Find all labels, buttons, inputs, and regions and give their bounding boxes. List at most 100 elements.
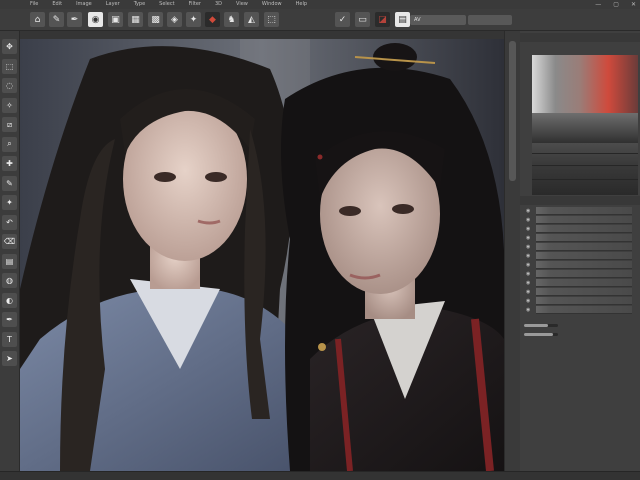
gradient-tool-icon[interactable]: ▤ <box>2 253 17 269</box>
home-icon[interactable]: ⌂ <box>30 12 45 27</box>
tools-panel: ✥ ⬚ ◌ ✧ ⧄ ⌕ ✚ ✎ ✦ ↶ ⌫ ▤ ◍ ◐ ✒ T ➤ <box>0 31 20 471</box>
layer-sliders <box>520 320 640 350</box>
fill-slider[interactable] <box>524 331 636 338</box>
eye-icon[interactable]: ◉ <box>88 12 103 27</box>
menu-item[interactable]: Window <box>262 0 282 9</box>
layers-icon[interactable]: ◈ <box>167 12 182 27</box>
stamp-icon[interactable]: ✦ <box>186 12 201 27</box>
layer-row[interactable]: ◉ <box>524 270 636 279</box>
brush-tool-icon[interactable]: ✎ <box>2 175 17 191</box>
menu-item[interactable]: Select <box>159 0 174 9</box>
eraser-tool-icon[interactable]: ⌫ <box>2 234 17 249</box>
layer-thumbnail <box>536 306 632 314</box>
options-input[interactable] <box>468 15 512 25</box>
transform-icon[interactable]: ✓ <box>335 12 350 27</box>
visibility-eye-icon[interactable]: ◉ <box>526 217 532 223</box>
magic-wand-icon[interactable]: ✧ <box>2 97 17 113</box>
layer-row[interactable]: ◉ <box>524 207 636 216</box>
menu-item[interactable]: 3D <box>215 0 222 9</box>
layer-row[interactable]: ◉ <box>524 288 636 297</box>
swatches-grid[interactable] <box>532 143 638 195</box>
visibility-eye-icon[interactable]: ◉ <box>526 280 532 286</box>
document-icon[interactable]: ▤ <box>395 12 410 27</box>
lock-icon[interactable]: ▣ <box>108 12 123 27</box>
layer-thumbnail <box>536 288 632 296</box>
lasso-tool-icon[interactable]: ◌ <box>2 78 17 93</box>
visibility-eye-icon[interactable]: ◉ <box>526 271 532 277</box>
close-button[interactable]: ✕ <box>631 0 636 9</box>
eyedropper-icon[interactable]: ⌕ <box>2 136 17 152</box>
vertical-scrollbar[interactable] <box>504 31 520 471</box>
crop-tool-icon[interactable]: ⧄ <box>2 117 17 132</box>
visibility-eye-icon[interactable]: ◉ <box>526 235 532 241</box>
brush-icon[interactable]: ✎ <box>49 12 64 27</box>
clone-stamp-icon[interactable]: ✦ <box>2 195 17 210</box>
layer-row[interactable]: ◉ <box>524 279 636 288</box>
dodge-tool-icon[interactable]: ◐ <box>2 292 17 308</box>
path-select-icon[interactable]: ➤ <box>2 351 17 366</box>
maximize-button[interactable]: ▢ <box>613 0 619 9</box>
visibility-eye-icon[interactable]: ◉ <box>526 262 532 268</box>
layer-thumbnail <box>536 270 632 278</box>
layer-row[interactable]: ◉ <box>524 216 636 225</box>
type-tool-icon[interactable]: T <box>2 331 17 347</box>
menu-item[interactable]: Filter <box>189 0 201 9</box>
canvas-area[interactable] <box>20 39 504 471</box>
color-picker-field[interactable] <box>532 55 638 113</box>
layer-row[interactable]: ◉ <box>524 234 636 243</box>
gradient-icon[interactable]: ◆ <box>205 12 220 27</box>
move-tool-icon[interactable]: ✥ <box>2 39 17 54</box>
text-icon[interactable]: ♞ <box>224 12 239 27</box>
layer-thumbnail <box>536 261 632 269</box>
blur-tool-icon[interactable]: ◍ <box>2 273 17 288</box>
select-icon[interactable]: ⬚ <box>264 12 279 27</box>
shape-icon[interactable]: ◭ <box>244 12 259 27</box>
minimize-button[interactable]: — <box>595 0 601 9</box>
layers-panel-header <box>520 196 640 205</box>
visibility-eye-icon[interactable]: ◉ <box>526 208 532 214</box>
layer-thumbnail <box>536 279 632 287</box>
menu-item[interactable]: Type <box>134 0 145 9</box>
marquee-tool-icon[interactable]: ⬚ <box>2 58 17 74</box>
grid-icon[interactable]: ▦ <box>128 12 143 27</box>
visibility-eye-icon[interactable]: ◉ <box>526 244 532 250</box>
layer-row[interactable]: ◉ <box>524 225 636 234</box>
window-controls: — ▢ ✕ <box>595 0 636 9</box>
menu-item[interactable]: Edit <box>52 0 62 9</box>
layer-thumbnail <box>536 297 632 305</box>
options-field[interactable]: AV <box>410 15 466 25</box>
healing-brush-icon[interactable]: ✚ <box>2 156 17 171</box>
layer-row[interactable]: ◉ <box>524 306 636 315</box>
menu-item[interactable]: Image <box>76 0 92 9</box>
menu-bar: File Edit Image Layer Type Select Filter… <box>0 0 640 9</box>
crop-icon[interactable]: ▭ <box>355 12 370 27</box>
color-panel-header <box>520 33 640 42</box>
history-brush-icon[interactable]: ↶ <box>2 214 17 230</box>
visibility-eye-icon[interactable]: ◉ <box>526 226 532 232</box>
visibility-eye-icon[interactable]: ◉ <box>526 289 532 295</box>
layer-thumbnail <box>536 252 632 260</box>
menu-item[interactable]: Layer <box>106 0 120 9</box>
pen-icon[interactable]: ✒ <box>67 12 82 27</box>
right-panels: ◉ ◉ ◉ ◉ ◉ ◉ ◉ ◉ ◉ ◉ ◉ ◉ <box>520 31 640 471</box>
visibility-eye-icon[interactable]: ◉ <box>526 298 532 304</box>
export-icon[interactable]: ◪ <box>375 12 390 27</box>
menu-item[interactable]: Help <box>296 0 307 9</box>
layer-thumbnail <box>536 243 632 251</box>
layer-row[interactable]: ◉ <box>524 297 636 306</box>
pen-tool-icon[interactable]: ✒ <box>2 312 17 327</box>
menu-item[interactable]: File <box>30 0 38 9</box>
layer-thumbnail <box>536 234 632 242</box>
layers-list: ◉ ◉ ◉ ◉ ◉ ◉ ◉ ◉ ◉ ◉ ◉ ◉ <box>520 207 640 317</box>
hue-slider[interactable] <box>532 113 638 143</box>
visibility-eye-icon[interactable]: ◉ <box>526 253 532 259</box>
pattern-icon[interactable]: ▩ <box>148 12 163 27</box>
opacity-slider[interactable] <box>524 322 636 329</box>
menu-item[interactable]: View <box>236 0 248 9</box>
scrollbar-thumb[interactable] <box>509 41 516 181</box>
layer-thumbnail <box>536 216 632 224</box>
visibility-eye-icon[interactable]: ◉ <box>526 307 532 313</box>
layer-row[interactable]: ◉ <box>524 252 636 261</box>
layer-row[interactable]: ◉ <box>524 261 636 270</box>
layer-row[interactable]: ◉ <box>524 243 636 252</box>
